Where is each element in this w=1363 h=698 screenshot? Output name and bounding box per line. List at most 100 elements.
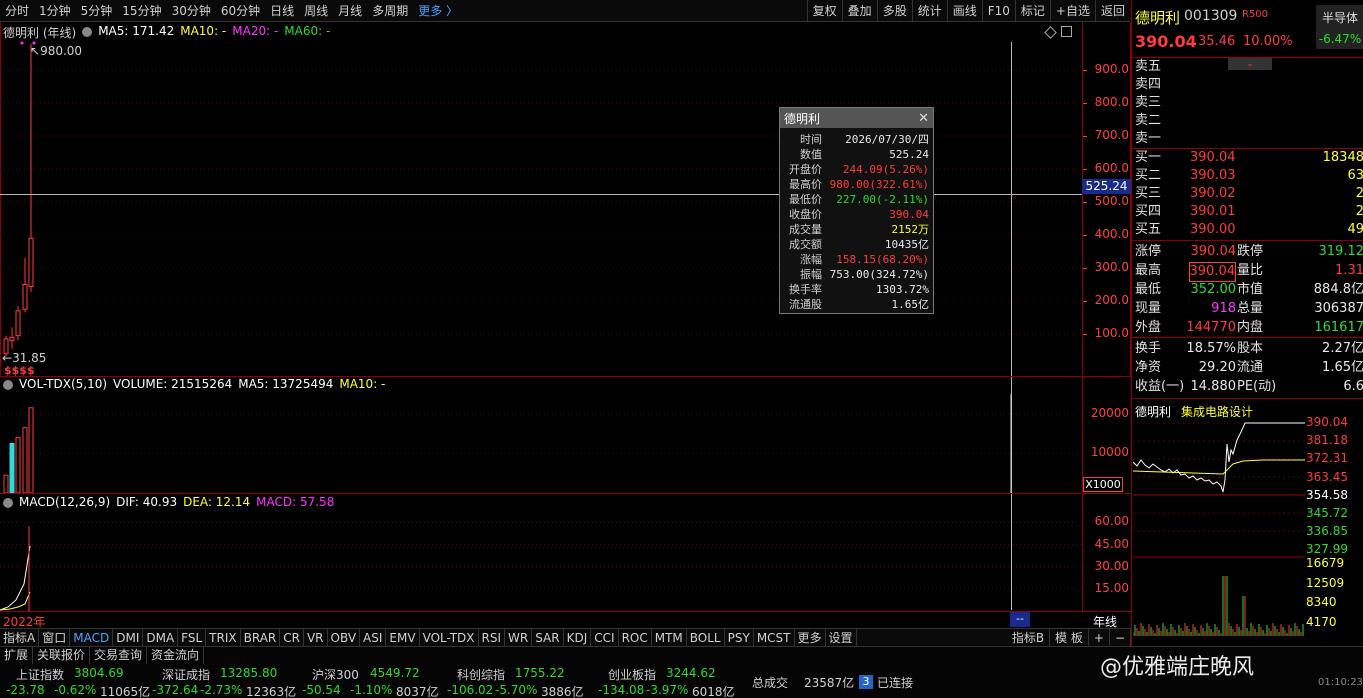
expand-button[interactable]: 扩展 (0, 647, 34, 664)
candle-body (22, 284, 28, 310)
indicator-tab[interactable]: 设置 (826, 628, 857, 647)
vol-ma10: MA10: - (339, 377, 386, 391)
bids-price[interactable]: 390.04 (1190, 149, 1236, 167)
more-periods-button[interactable]: 更多 〉 (413, 0, 463, 22)
index-item[interactable]: 上证指数 3804.69 -23.78 -0.62% 11065亿 (4, 664, 154, 698)
settings-dot-icon[interactable] (3, 380, 13, 390)
period-tab[interactable]: 30分钟 (167, 0, 216, 22)
period-tab[interactable]: 周线 (299, 0, 333, 22)
indicator-tab[interactable]: ASI (360, 628, 387, 647)
toolbar-action-button[interactable]: +自选 (1049, 0, 1095, 22)
toolbar-action-button[interactable]: F10 (981, 0, 1015, 22)
indicator-tab[interactable]: OBV (328, 628, 361, 647)
indicator-tab[interactable]: RSI (479, 628, 506, 647)
kline-y-axis: 900.0 800.0 700.0 600.0 500.0 400.0 300.0 200.0… (1083, 40, 1131, 376)
period-tab[interactable]: 60分钟 (216, 0, 265, 22)
indicator-tab[interactable]: VOL-TDX (420, 628, 479, 647)
indicator-tab[interactable]: FSL (178, 628, 207, 647)
indicator-tab[interactable]: BRAR (241, 628, 281, 647)
bids-price[interactable]: 390.02 (1190, 185, 1236, 203)
period-tab[interactable]: 1分钟 (34, 0, 76, 22)
bids-price[interactable]: 390.03 (1190, 167, 1236, 185)
period-tab[interactable]: 分时 (0, 0, 34, 22)
mini-sector-name[interactable]: 集成电路设计 (1181, 403, 1253, 420)
indicator-tab[interactable]: WR (505, 628, 533, 647)
indicator-tab[interactable]: 窗口 (39, 628, 71, 647)
period-tab[interactable]: 日线 (265, 0, 299, 22)
candle-body (9, 336, 15, 342)
indicator-tab[interactable]: KDJ (564, 628, 592, 647)
indicator-tab[interactable]: SAR (532, 628, 564, 647)
indicator-tab[interactable]: EMV (386, 628, 420, 647)
indicator-control[interactable]: 指标B (1007, 629, 1051, 647)
indicator-tab[interactable]: MACD (70, 628, 114, 647)
indicator-control[interactable]: − (1110, 629, 1131, 647)
index-item[interactable]: 创业板指 3244.62 -134.08 -3.97% 6018亿 (596, 664, 746, 698)
info-row: 净资 29.20 流通 1.65亿 (1132, 359, 1363, 377)
y-tick-label: 100.0 (1094, 326, 1129, 340)
toolbar-action-button[interactable]: 返回 (1094, 0, 1130, 22)
indicator-tab[interactable]: CCI (591, 628, 619, 647)
window-icon[interactable] (1061, 26, 1072, 37)
index-pct: -5.70% (495, 683, 538, 697)
index-item[interactable]: 沪深300 4549.72 -50.54 -1.10% 8037亿 (300, 664, 450, 698)
indicator-tab[interactable]: MTM (652, 628, 687, 647)
indicator-tab[interactable]: CR (280, 628, 304, 647)
bids-label: 买一 (1135, 150, 1162, 165)
intraday-mini-chart[interactable] (1133, 420, 1305, 640)
sector-box[interactable]: 半导体 -6.47% (1316, 5, 1363, 49)
toolbar-action-button[interactable]: 叠加 (841, 0, 877, 22)
connection-status[interactable]: 已连接 (877, 674, 913, 691)
indicator-tab[interactable]: DMI (113, 628, 144, 647)
status-link[interactable]: 资金流向 (147, 647, 205, 664)
settings-dot-icon[interactable] (82, 27, 93, 37)
toolbar-action-button[interactable]: 复权 (806, 0, 842, 22)
volume-chart[interactable] (0, 394, 1082, 493)
indicator-tab[interactable]: DMA (143, 628, 179, 647)
indicator-control[interactable]: 模 板 (1050, 629, 1089, 647)
stat-value: 390.04 (1188, 262, 1236, 282)
bids-volume: 2 (1355, 186, 1363, 201)
mini-stock-name[interactable]: 德明利 (1135, 403, 1171, 420)
period-tab[interactable]: 多周期 (367, 0, 413, 22)
indicator-tab[interactable]: TRIX (206, 628, 241, 647)
indicator-tab[interactable]: BOLL (687, 628, 725, 647)
period-tab[interactable]: 月线 (333, 0, 367, 22)
toolbar-action-button[interactable]: 多股 (876, 0, 912, 22)
tooltip-row: 最高价 980.00(322.61%) (780, 177, 933, 192)
indicator-tab[interactable]: 指标A (0, 628, 40, 647)
settings-dot-icon[interactable] (3, 498, 13, 508)
indicator-tab[interactable]: VR (304, 628, 328, 647)
volume-legend: VOL-TDX(5,10) VOLUME: 21515264 MA5: 1372… (3, 377, 385, 393)
status-link[interactable]: 关联报价 (33, 647, 91, 664)
indicator-tab[interactable]: 更多 (795, 628, 826, 647)
indicator-tab[interactable]: PSY (725, 628, 754, 647)
period-tab[interactable]: 5分钟 (76, 0, 118, 22)
x-axis-row: 2022年 -- 年线 (0, 612, 1131, 629)
bids-price[interactable]: 390.00 (1190, 221, 1236, 239)
high-price-marker: ↖980.00 (30, 44, 82, 58)
toolbar-action-button[interactable]: 标记 (1014, 0, 1050, 22)
tooltip-row: 涨幅 158.15(68.20%) (780, 252, 933, 267)
close-icon[interactable]: ✕ (918, 111, 929, 126)
bids-label: 买四 (1135, 204, 1162, 219)
index-item[interactable]: 深证成指 13285.80 -372.64 -2.73% 12363亿 (150, 664, 300, 698)
toolbar-action-button[interactable]: 画线 (946, 0, 982, 22)
toolbar-action-button[interactable]: 统计 (911, 0, 947, 22)
bids-price[interactable]: 390.01 (1190, 203, 1236, 221)
tooltip-row: 开盘价 244.09(5.26%) (780, 162, 933, 177)
index-change: -372.64 (152, 683, 199, 697)
indicator-tab[interactable]: MCST (754, 628, 795, 647)
stat-label: 最高 (1135, 263, 1162, 278)
indicator-tab[interactable]: ROC (619, 628, 652, 647)
indicator-control[interactable]: + (1089, 629, 1110, 647)
quote-stats: 涨停 390.04 跌停 319.12 最高 390.04 量比 1.31 最低 352.00 市值… (1132, 242, 1363, 338)
index-change: -23.78 (6, 683, 45, 697)
diamond-icon[interactable] (1044, 26, 1057, 39)
macd-chart[interactable] (0, 512, 1082, 611)
period-tab[interactable]: 15分钟 (117, 0, 166, 22)
status-link[interactable]: 交易查询 (90, 647, 148, 664)
index-value: 4549.72 (370, 666, 420, 680)
stat-value: 352.00 (1190, 282, 1237, 297)
index-item[interactable]: 科创综指 1755.22 -106.02 -5.70% 3886亿 (445, 664, 595, 698)
